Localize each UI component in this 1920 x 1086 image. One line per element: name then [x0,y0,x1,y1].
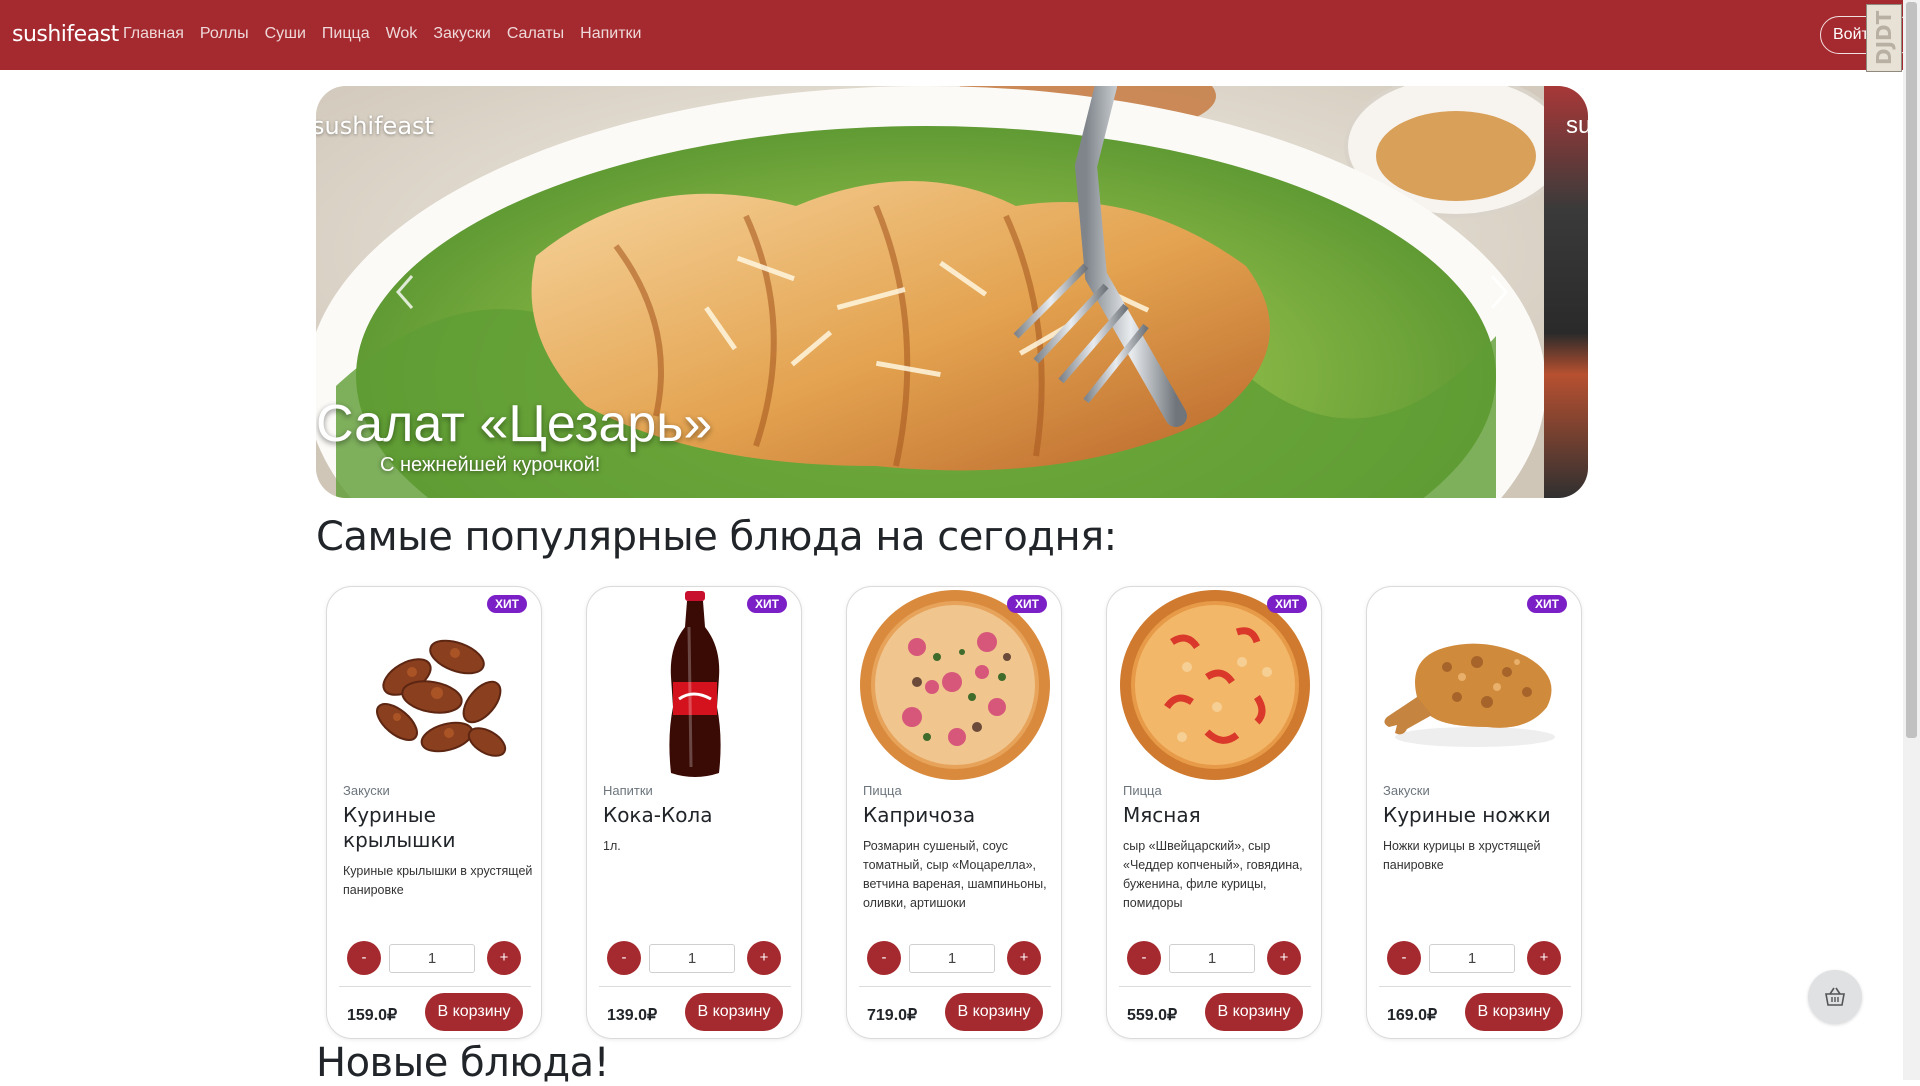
card-price: 159.0₽ [347,1007,398,1024]
basket-icon [1825,987,1845,1006]
hit-badge: ХИТ [747,595,787,613]
add-to-cart-button[interactable]: В корзину [425,993,523,1031]
product-card: ХИТ Напитки Кока-Кола 1л. - + 139.0₽ В к… [586,586,802,1039]
card-description: сыр «Швейцарский», сыр «Чеддер копченый»… [1123,839,1303,910]
nav-link-snacks[interactable]: Закуски [433,25,491,43]
card-category: Пицца [863,783,902,798]
quantity-increase-button[interactable]: + [1007,941,1041,975]
quantity-increase-button[interactable]: + [487,941,521,975]
card-description: 1л. [603,839,621,853]
quantity-decrease-button[interactable]: - [347,941,381,975]
chicken-leg-image [1384,643,1555,747]
card-category: Закуски [343,783,390,798]
nav-link-drinks[interactable]: Напитки [580,25,641,43]
slide-brand: sushifeast [316,112,434,140]
quantity-decrease-button[interactable]: - [1387,941,1421,975]
card-divider [1119,986,1311,987]
hit-badge: ХИТ [1007,595,1047,613]
chevron-right-icon [1490,275,1508,309]
card-description: Куриные крылышки в хрустящей панировке [343,864,533,897]
hit-badge: ХИТ [487,595,527,613]
popular-dishes-heading: Самые популярные блюда на сегодня: [316,514,1117,560]
floating-cart-button[interactable] [1808,970,1862,1024]
next-slide-brand: su [1566,112,1588,139]
slide-subtitle: С нежнейшей курочкой! [380,454,601,476]
card-divider [1379,986,1571,987]
quantity-decrease-button[interactable]: - [867,941,901,975]
card-description: Ножки курицы в хрустящей панировке [1383,839,1541,872]
new-dishes-heading: Новые блюда! [316,1040,610,1086]
add-to-cart-button[interactable]: В корзину [1465,993,1563,1031]
card-title: Капричоза [863,803,976,827]
card-category: Напитки [603,783,653,798]
chicken-wings-image [376,639,507,757]
navbar: sushifeast Главная Роллы Суши Пицца Wok … [0,0,1920,70]
nav-link-sushi[interactable]: Суши [265,25,306,43]
slide-title: Салат «Цезарь» [316,395,713,453]
card-divider [859,986,1051,987]
nav-link-rolls[interactable]: Роллы [200,25,249,43]
meat-pizza-image [1120,590,1310,780]
card-category: Пицца [1123,783,1162,798]
add-to-cart-button[interactable]: В корзину [1205,993,1303,1031]
quantity-increase-button[interactable]: + [1527,941,1561,975]
product-card: ХИТ Пицца Капричоза Розмарин сушеный, со… [846,586,1062,1039]
quantity-increase-button[interactable]: + [747,941,781,975]
card-price: 139.0₽ [607,1007,658,1024]
coca-cola-bottle-image [669,591,721,777]
hero-carousel: su sushifeast Салат «Цезарь» С нежнейшей… [316,86,1588,498]
page-scrollbar[interactable] [1903,0,1920,1080]
card-title: Кока-Кола [603,803,713,827]
hit-badge: ХИТ [1267,595,1307,613]
card-divider [599,986,791,987]
debug-toolbar-handle[interactable]: DJDT [1866,4,1902,72]
card-category: Закуски [1383,783,1430,798]
quantity-increase-button[interactable]: + [1267,941,1301,975]
chevron-left-icon [396,275,414,309]
product-card: ХИТ Закуски Куриные крылышки Куриные кры… [326,586,542,1039]
card-price: 169.0₽ [1387,1007,1438,1024]
add-to-cart-button[interactable]: В корзину [685,993,783,1031]
nav-link-pizza[interactable]: Пицца [322,25,370,43]
card-title: Мясная [1123,803,1201,827]
quantity-input[interactable] [649,944,735,973]
pizza-capricciosa-image [860,590,1050,780]
carousel-next-button[interactable] [1478,270,1518,314]
scrollbar-thumb[interactable] [1906,2,1917,738]
add-to-cart-button[interactable]: В корзину [945,993,1043,1031]
quantity-decrease-button[interactable]: - [607,941,641,975]
nav-link-home[interactable]: Главная [123,25,184,43]
hit-badge: ХИТ [1527,595,1567,613]
nav-link-salads[interactable]: Салаты [507,25,564,43]
quantity-input[interactable] [1429,944,1515,973]
nav-links: Главная Роллы Суши Пицца Wok Закуски Сал… [123,25,641,43]
quantity-input[interactable] [389,944,475,973]
brand-logo[interactable]: sushifeast [12,22,119,47]
card-title: Куриные крылышки [343,803,456,852]
nav-link-wok[interactable]: Wok [386,25,418,43]
quantity-input[interactable] [1169,944,1255,973]
card-price: 719.0₽ [867,1007,918,1024]
card-divider [339,986,531,987]
next-slide-preview [1544,86,1588,498]
quantity-input[interactable] [909,944,995,973]
quantity-decrease-button[interactable]: - [1127,941,1161,975]
product-card: ХИТ Закуски Куриные ножки Ножки курицы в… [1366,586,1582,1039]
card-price: 559.0₽ [1127,1007,1178,1024]
card-description: Розмарин сушеный, соус томатный, сыр «Мо… [863,839,1047,910]
carousel-prev-button[interactable] [386,270,426,314]
product-card: ХИТ Пицца Мясная сыр «Швейцарский», сыр … [1106,586,1322,1039]
card-title: Куриные ножки [1383,803,1551,827]
